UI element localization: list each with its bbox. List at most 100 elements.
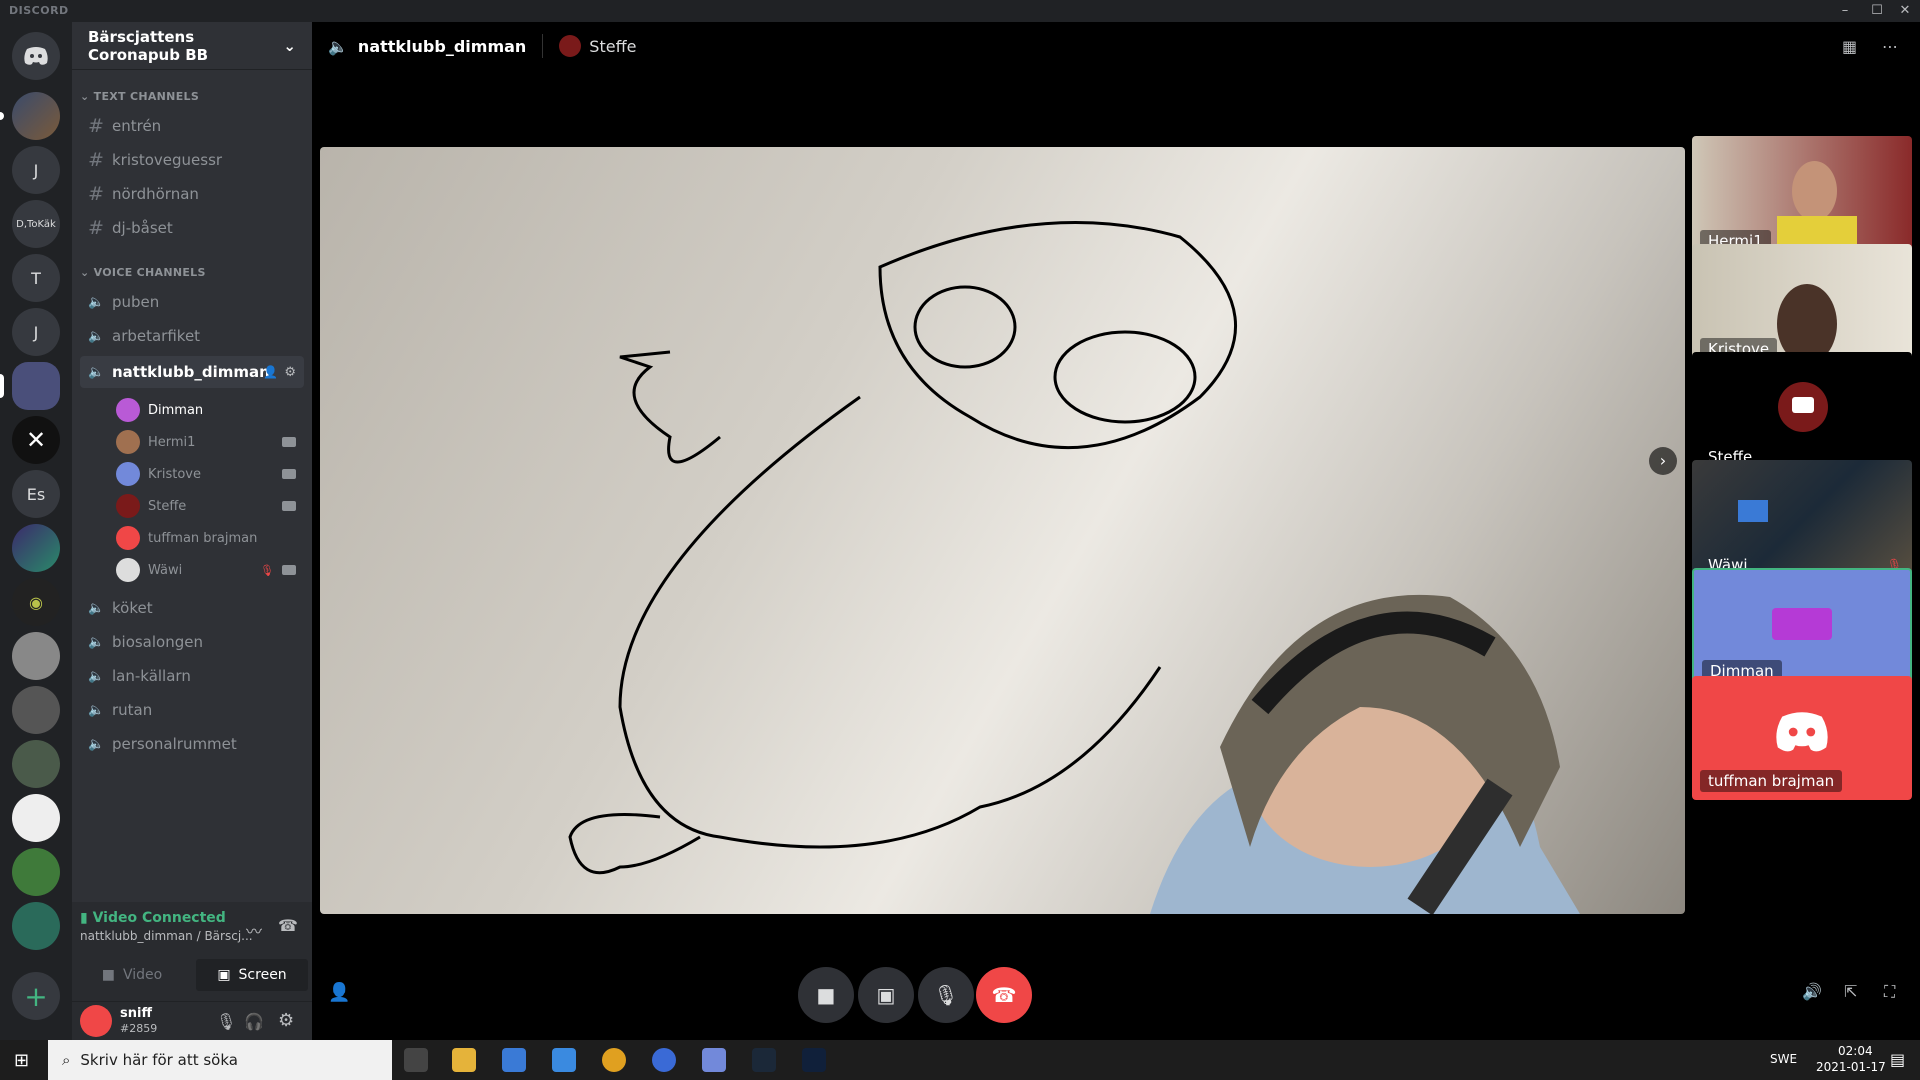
server-icon-image-4[interactable] — [12, 632, 60, 680]
invite-icon[interactable]: 👤 — [263, 365, 278, 379]
steam-icon[interactable] — [752, 1048, 776, 1072]
close-window-button[interactable]: ✕ — [1890, 1, 1920, 21]
guild-header[interactable]: Bärscjattens Coronapub BB ⌄ — [72, 22, 312, 70]
task-view-icon[interactable] — [404, 1048, 428, 1072]
windows-taskbar: ⊞ ⌕ Skriv här för att söka SWE 02:04 202… — [0, 1040, 1920, 1080]
app-icon[interactable] — [802, 1048, 826, 1072]
maximize-button[interactable]: ☐ — [1862, 1, 1892, 21]
chrome-icon[interactable] — [602, 1048, 626, 1072]
server-icon-j2[interactable]: J — [12, 308, 60, 356]
mic-icon[interactable]: 🎙 — [216, 1012, 236, 1031]
speaker-icon: 🔈 — [88, 364, 105, 380]
speaker-icon: 🔈 — [88, 600, 105, 616]
participant-tile-hermi1[interactable]: Hermi1 — [1692, 136, 1912, 260]
more-options-icon[interactable]: ⋯ — [1882, 37, 1898, 56]
video-icon — [282, 501, 296, 511]
voice-user-steffe[interactable]: Steffe — [116, 492, 304, 520]
screen-share-toggle-button[interactable]: ▣ — [858, 967, 914, 1023]
headphones-icon[interactable]: 🎧 — [244, 1012, 264, 1031]
video-button[interactable]: ■ Video — [76, 959, 188, 991]
file-explorer-icon[interactable] — [452, 1048, 476, 1072]
grid-layout-icon[interactable]: ▦ — [1842, 37, 1857, 56]
chevron-down-icon: ⌄ — [283, 36, 296, 55]
voice-video-area: 🔈 nattklubb_dimman Steffe ▦ ⋯ › Hermi1 K… — [312, 22, 1920, 1040]
server-icon-es[interactable]: Es — [12, 470, 60, 518]
server-icon-image-7[interactable] — [12, 794, 60, 842]
chrome-blue-icon[interactable] — [652, 1048, 676, 1072]
server-icon-dtokak[interactable]: D,ToKäk — [12, 200, 60, 248]
server-icon-image-3[interactable]: ◉ — [12, 578, 60, 626]
main-video-stream[interactable]: › — [320, 147, 1685, 914]
mic-toggle-button[interactable]: 🎙 — [918, 967, 974, 1023]
server-icon-image-2[interactable] — [12, 524, 60, 572]
server-icon-t[interactable]: T — [12, 254, 60, 302]
server-icon-image-9[interactable] — [12, 902, 60, 950]
channel-nordhornan[interactable]: # nördhörnan — [80, 178, 304, 210]
avatar[interactable] — [80, 1005, 112, 1037]
speaker-icon: 🔈 — [88, 702, 105, 718]
voice-user-tuffman[interactable]: tuffman brajman — [116, 524, 304, 552]
discord-icon[interactable] — [702, 1048, 726, 1072]
video-icon: ■ — [101, 967, 115, 983]
screen-share-button[interactable]: ▣ Screen — [196, 959, 308, 991]
channel-kristoveguessr[interactable]: # kristoveguessr — [80, 144, 304, 176]
disconnect-button[interactable]: ☎ — [976, 967, 1032, 1023]
notifications-icon[interactable]: ▤ — [1890, 1050, 1905, 1069]
participant-tile-steffe[interactable]: Steffe — [1692, 352, 1912, 476]
voice-user-dimman[interactable]: Dimman — [116, 396, 304, 424]
gear-icon[interactable]: ⚙ — [284, 365, 296, 380]
store-icon[interactable] — [502, 1048, 526, 1072]
text-channels-category[interactable]: ⌄ TEXT CHANNELS — [80, 90, 199, 103]
voice-user-hermi1[interactable]: Hermi1 — [116, 428, 304, 456]
voice-channel-puben[interactable]: 🔈 puben — [80, 286, 304, 318]
channel-dj-baset[interactable]: # dj-båset — [80, 212, 304, 244]
minimize-button[interactable]: – — [1830, 1, 1860, 21]
home-button[interactable] — [12, 32, 60, 80]
server-icon-selected[interactable] — [12, 362, 60, 410]
server-icon-x[interactable]: ✕ — [12, 416, 60, 464]
add-server-button[interactable]: + — [12, 972, 60, 1020]
popout-icon[interactable]: ⇱ — [1844, 982, 1857, 1001]
settings-gear-icon[interactable]: ⚙ — [278, 1010, 294, 1031]
clock-time[interactable]: 02:04 — [1838, 1044, 1873, 1058]
screen-share-icon: ▣ — [876, 983, 896, 1007]
video-icon — [1792, 397, 1814, 413]
voice-channel-biosalongen[interactable]: 🔈 biosalongen — [80, 626, 304, 658]
participant-tile-wawi[interactable]: 🎙 Wäwi — [1692, 460, 1912, 584]
mail-icon[interactable] — [552, 1048, 576, 1072]
noise-suppression-icon[interactable]: 〰 — [246, 918, 262, 942]
volume-icon[interactable]: 🔊 — [1802, 982, 1822, 1001]
voice-user-wawi[interactable]: Wäwi 🎙 — [116, 556, 304, 584]
voice-user-kristove[interactable]: Kristove — [116, 460, 304, 488]
participant-tile-kristove[interactable]: Kristove — [1692, 244, 1912, 368]
voice-channel-active[interactable]: 🔈 nattklubb_dimman 👤 ⚙ — [80, 356, 304, 388]
voice-channel-rutan[interactable]: 🔈 rutan — [80, 694, 304, 726]
windows-start-icon[interactable]: ⊞ — [14, 1050, 29, 1071]
server-icon-image-1[interactable] — [12, 92, 60, 140]
connection-status[interactable]: ▮ Video Connected — [80, 910, 226, 926]
voice-channel-koket[interactable]: 🔈 köket — [80, 592, 304, 624]
participant-tile-dimman[interactable]: Dimman — [1692, 568, 1912, 692]
voice-channel-lan-kallarn[interactable]: 🔈 lan-källarn — [80, 660, 304, 692]
voice-channels-category[interactable]: ⌄ VOICE CHANNELS — [80, 266, 206, 279]
speaker-icon: 🔈 — [88, 294, 105, 310]
voice-channel-arbetarfiket[interactable]: 🔈 arbetarfiket — [80, 320, 304, 352]
voice-channel-personalrummet[interactable]: 🔈 personalrummet — [80, 728, 304, 760]
language-indicator[interactable]: SWE — [1770, 1052, 1797, 1066]
camera-toggle-button[interactable]: ■ — [798, 967, 854, 1023]
server-icon-j[interactable]: J — [12, 146, 60, 194]
hash-icon: # — [88, 217, 104, 239]
server-icon-image-6[interactable] — [12, 740, 60, 788]
fullscreen-icon[interactable]: ⛶ — [1884, 982, 1895, 1002]
participant-tile-tuffman[interactable]: tuffman brajman — [1692, 676, 1912, 800]
add-user-icon[interactable]: 👤 — [328, 982, 350, 1003]
channel-entren[interactable]: # entrén — [80, 110, 304, 142]
muted-mic-icon: 🎙 — [260, 563, 274, 577]
next-arrow-icon[interactable]: › — [1649, 447, 1677, 475]
clock-date[interactable]: 2021-01-17 — [1816, 1060, 1886, 1074]
taskbar-search[interactable]: ⌕ Skriv här för att söka — [48, 1040, 392, 1080]
disconnect-icon[interactable]: ☎ — [278, 916, 298, 935]
mic-icon: 🎙 — [933, 983, 959, 1007]
server-icon-image-5[interactable] — [12, 686, 60, 734]
server-icon-image-8[interactable] — [12, 848, 60, 896]
